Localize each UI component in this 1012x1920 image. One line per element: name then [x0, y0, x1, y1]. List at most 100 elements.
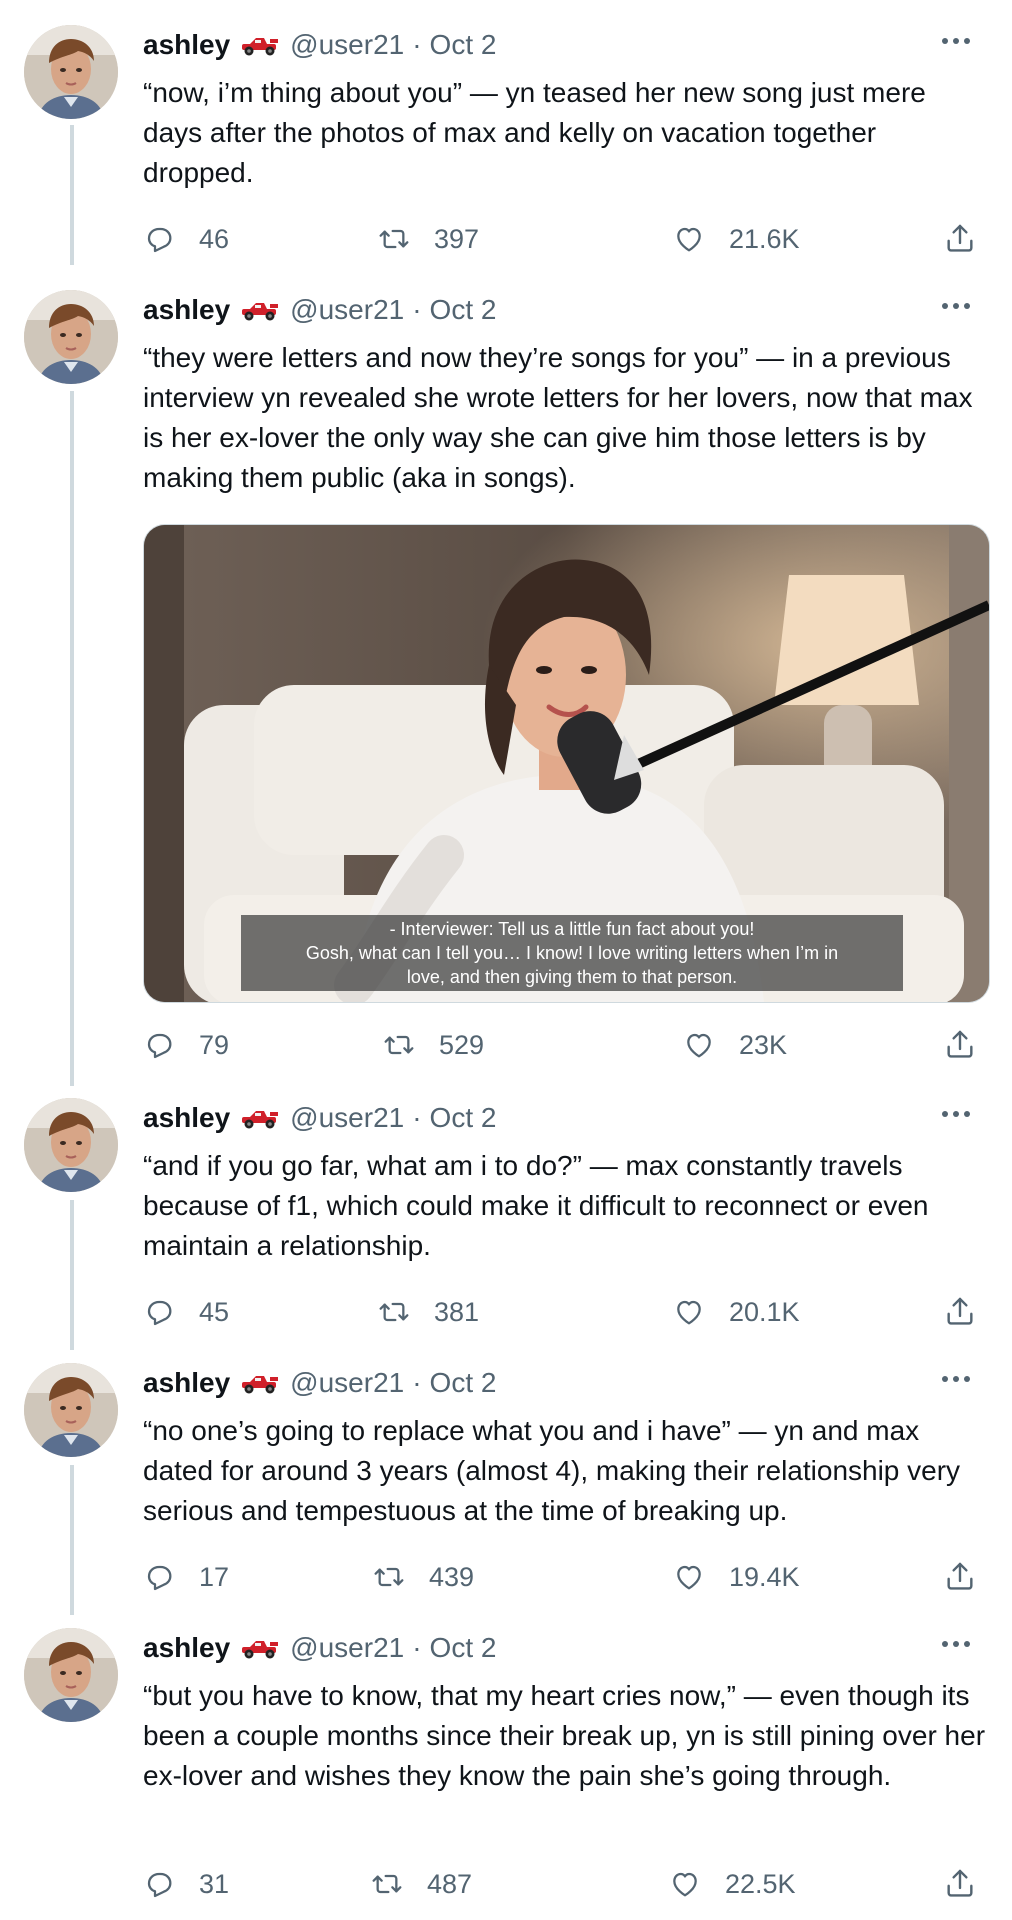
reply-count: 79	[199, 1029, 230, 1060]
tweet-actions: 79 529 23K	[143, 1025, 988, 1065]
like-button[interactable]: 23K	[683, 1025, 787, 1065]
display-name[interactable]: ashley	[143, 1367, 230, 1399]
username[interactable]: @user21	[290, 1102, 404, 1134]
race-car-emoji-icon	[240, 33, 280, 57]
reply-button[interactable]: 17	[143, 1557, 229, 1597]
tweet[interactable]: ashley @user21 · Oct 2 “no one’s going t…	[0, 1363, 1012, 1603]
reply-icon	[143, 1296, 175, 1328]
race-car-emoji-icon	[240, 1106, 280, 1130]
like-button[interactable]: 22.5K	[669, 1864, 796, 1904]
retweet-icon	[378, 223, 410, 255]
reply-icon	[143, 223, 175, 255]
tweet-header: ashley @user21 · Oct 2	[143, 25, 988, 65]
tweet-text: “and if you go far, what am i to do?” — …	[143, 1150, 929, 1261]
tweet-date[interactable]: Oct 2	[430, 1102, 497, 1134]
heart-icon	[683, 1029, 715, 1061]
race-car-emoji-icon	[240, 1371, 280, 1395]
reply-button[interactable]: 31	[143, 1864, 229, 1904]
display-name[interactable]: ashley	[143, 1632, 230, 1664]
tweet-date[interactable]: Oct 2	[430, 29, 497, 61]
tweet-text: “no one’s going to replace what you and …	[143, 1415, 961, 1526]
tweet-actions: 45 381 20.1K	[143, 1292, 988, 1332]
caption-line: - Interviewer: Tell us a little fun fact…	[389, 919, 755, 939]
separator-dot: ·	[412, 1102, 422, 1133]
avatar[interactable]	[24, 1363, 118, 1457]
separator-dot: ·	[412, 29, 422, 60]
tweet-media-image[interactable]: - Interviewer: Tell us a little fun fact…	[143, 524, 990, 1003]
tweet-date[interactable]: Oct 2	[430, 1632, 497, 1664]
like-count: 20.1K	[729, 1296, 800, 1327]
retweet-button[interactable]: 529	[383, 1025, 484, 1065]
tweet-date[interactable]: Oct 2	[430, 1367, 497, 1399]
share-icon[interactable]	[943, 221, 977, 255]
retweet-button[interactable]: 487	[371, 1864, 472, 1904]
caption-line: Gosh, what can I tell you… I know! I lov…	[305, 943, 839, 963]
tweet-actions: 17 439 19.4K	[143, 1557, 988, 1597]
username[interactable]: @user21	[290, 1367, 404, 1399]
tweet[interactable]: ashley @user21 · Oct 2 “and if you go fa…	[0, 1098, 1012, 1338]
avatar[interactable]	[24, 25, 118, 119]
share-icon[interactable]	[943, 1294, 977, 1328]
tweet-actions: 31 487 22.5K	[143, 1864, 988, 1904]
retweet-count: 397	[434, 223, 480, 254]
heart-icon	[673, 1296, 705, 1328]
tweet-header: ashley @user21 · Oct 2	[143, 1363, 988, 1403]
tweet[interactable]: ashley @user21 · Oct 2 “but you have to …	[0, 1628, 1012, 1918]
reply-count: 17	[199, 1561, 230, 1592]
heart-icon	[673, 223, 705, 255]
race-car-emoji-icon	[240, 1636, 280, 1660]
like-button[interactable]: 20.1K	[673, 1292, 800, 1332]
retweet-count: 439	[429, 1561, 475, 1592]
separator-dot: ·	[412, 1632, 422, 1663]
display-name[interactable]: ashley	[143, 29, 230, 61]
retweet-button[interactable]: 397	[378, 219, 479, 259]
avatar[interactable]	[24, 290, 118, 384]
username[interactable]: @user21	[290, 29, 404, 61]
heart-icon	[669, 1868, 701, 1900]
avatar[interactable]	[24, 1098, 118, 1192]
tweet-date[interactable]: Oct 2	[430, 294, 497, 326]
more-options-icon[interactable]	[936, 1632, 976, 1662]
display-name[interactable]: ashley	[143, 1102, 230, 1134]
tweet-text: “they were letters and now they’re songs…	[143, 342, 973, 493]
tweet-header: ashley @user21 · Oct 2	[143, 1098, 988, 1138]
like-button[interactable]: 21.6K	[673, 219, 800, 259]
tweet[interactable]: ashley @user21 · Oct 2 “they were letter…	[0, 290, 1012, 1090]
tweet-header: ashley @user21 · Oct 2	[143, 290, 988, 330]
retweet-icon	[371, 1868, 403, 1900]
tweet-text: “now, i’m thing about you” — yn teased h…	[143, 77, 926, 188]
like-count: 23K	[739, 1029, 788, 1060]
reply-count: 45	[199, 1296, 230, 1327]
like-count: 19.4K	[729, 1561, 800, 1592]
tweet-actions: 46 397 21.6K	[143, 219, 988, 259]
more-options-icon[interactable]	[936, 1102, 976, 1132]
avatar[interactable]	[24, 1628, 118, 1722]
more-options-icon[interactable]	[936, 294, 976, 324]
more-options-icon[interactable]	[936, 1367, 976, 1397]
retweet-count: 529	[439, 1029, 485, 1060]
reply-count: 31	[199, 1868, 230, 1899]
reply-button[interactable]: 46	[143, 219, 229, 259]
username[interactable]: @user21	[290, 294, 404, 326]
username[interactable]: @user21	[290, 1632, 404, 1664]
retweet-icon	[378, 1296, 410, 1328]
share-icon[interactable]	[943, 1027, 977, 1061]
tweet[interactable]: ashley @user21 · Oct 2 “now, i’m thing a…	[0, 25, 1012, 265]
reply-button[interactable]: 79	[143, 1025, 229, 1065]
retweet-icon	[373, 1561, 405, 1593]
heart-icon	[673, 1561, 705, 1593]
share-icon[interactable]	[943, 1559, 977, 1593]
display-name[interactable]: ashley	[143, 294, 230, 326]
more-options-icon[interactable]	[936, 29, 976, 59]
share-icon[interactable]	[943, 1866, 977, 1900]
separator-dot: ·	[412, 1367, 422, 1398]
retweet-icon	[383, 1029, 415, 1061]
like-button[interactable]: 19.4K	[673, 1557, 800, 1597]
separator-dot: ·	[412, 294, 422, 325]
caption-line: love, and then giving them to that perso…	[406, 967, 738, 987]
retweet-button[interactable]: 381	[378, 1292, 479, 1332]
reply-button[interactable]: 45	[143, 1292, 229, 1332]
retweet-button[interactable]: 439	[373, 1557, 474, 1597]
subtitle-caption: - Interviewer: Tell us a little fun fact…	[241, 915, 903, 991]
reply-count: 46	[199, 223, 230, 254]
